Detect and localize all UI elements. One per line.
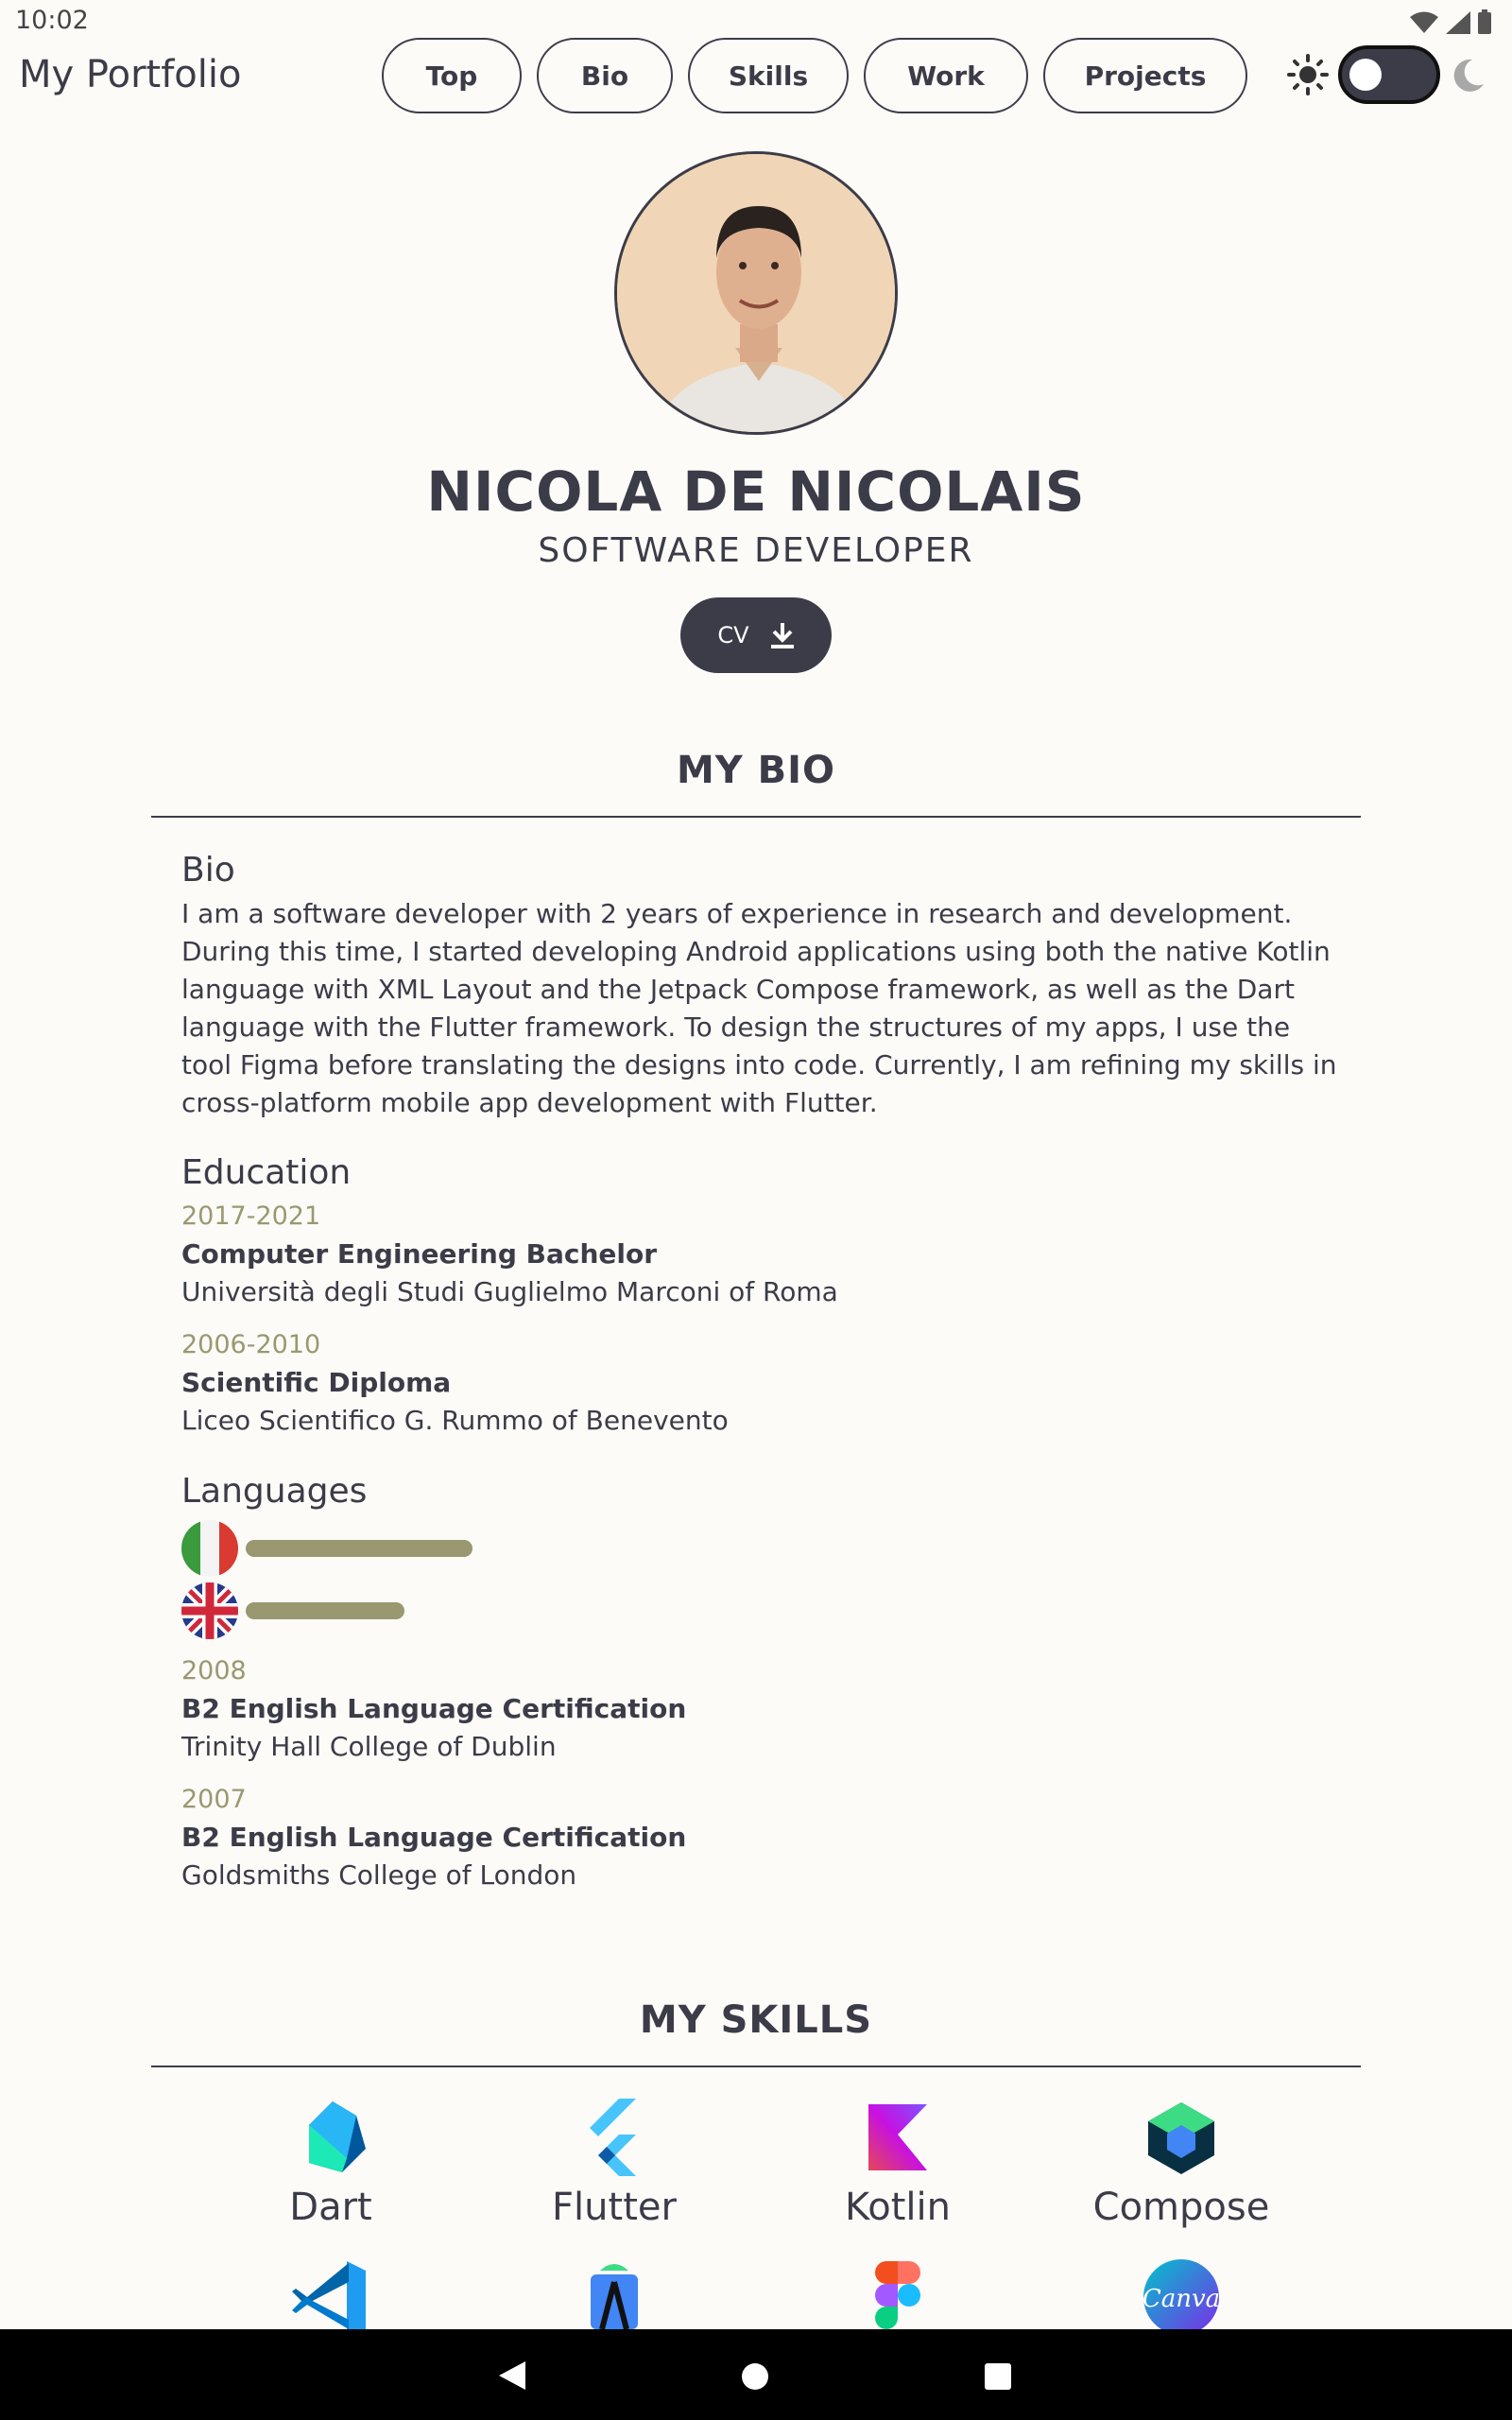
section-nav: Top Bio Skills Work Projects: [382, 38, 1247, 113]
bio-heading: Bio: [181, 851, 235, 890]
certification-year: 2008: [181, 1656, 247, 1685]
home-icon[interactable]: [741, 2362, 769, 2391]
certification-item: 2008 B2 English Language Certification T…: [181, 1652, 1344, 1766]
skill-label: Kotlin: [845, 2186, 951, 2229]
certification-item: 2007 B2 English Language Certification G…: [181, 1781, 1344, 1894]
bio-divider: [151, 816, 1361, 818]
certification-title: B2 English Language Certification: [181, 1822, 687, 1853]
certification-school: Trinity Hall College of Dublin: [181, 1731, 557, 1762]
vscode-icon: [292, 2261, 366, 2329]
profile-role: SOFTWARE DEVELOPER: [538, 531, 974, 570]
language-row-italian: [181, 1520, 1344, 1577]
skills-section-title: MY SKILLS: [639, 1998, 873, 2042]
certification-title: B2 English Language Certification: [181, 1693, 687, 1724]
battery-icon: [1478, 9, 1491, 34]
theme-toggle[interactable]: [1338, 45, 1440, 104]
education-years: 2006-2010: [181, 1330, 321, 1359]
flutter-icon: [590, 2099, 636, 2176]
wifi-icon: [1410, 11, 1438, 33]
profile-name: NICOLA DE NICOLAIS: [426, 459, 1086, 524]
language-level-bar: [246, 1602, 404, 1619]
status-time: 10:02: [15, 6, 89, 35]
languages-heading: Languages: [181, 1472, 368, 1511]
status-icons: [1410, 9, 1491, 34]
skill-canva: Canva: [1040, 2259, 1323, 2335]
skill-flutter: Flutter: [472, 2097, 756, 2229]
sun-icon: [1287, 54, 1329, 95]
theme-switcher: [1287, 45, 1487, 104]
uk-flag-icon: [181, 1582, 238, 1639]
education-item: 2017-2021 Computer Engineering Bachelor …: [181, 1198, 1344, 1311]
bio-text: I am a software developer with 2 years o…: [181, 898, 1337, 1118]
education-school: Università degli Studi Guglielmo Marconi…: [181, 1276, 838, 1307]
download-cv-button[interactable]: CV: [680, 597, 832, 673]
profile-photo: [614, 151, 898, 435]
skills-divider: [151, 2066, 1361, 2067]
app-title: My Portfolio: [19, 53, 242, 96]
signal-icon: [1446, 11, 1470, 34]
kotlin-icon: [868, 2104, 927, 2170]
bio-section-title: MY BIO: [676, 749, 836, 792]
nav-top-button[interactable]: Top: [382, 38, 522, 113]
skill-kotlin: Kotlin: [756, 2097, 1040, 2229]
download-icon: [770, 623, 794, 648]
language-row-english: [181, 1582, 1344, 1639]
skill-label: Flutter: [552, 2186, 677, 2229]
recents-icon[interactable]: [984, 2362, 1012, 2391]
dart-icon: [309, 2101, 366, 2172]
education-item: 2006-2010 Scientific Diploma Liceo Scien…: [181, 1326, 1344, 1440]
figma-icon: [875, 2261, 920, 2329]
education-title: Computer Engineering Bachelor: [181, 1238, 658, 1270]
skill-compose: Compose: [1040, 2097, 1323, 2229]
skill-label: Dart: [289, 2186, 372, 2229]
skill-vscode: [189, 2259, 472, 2333]
nav-projects-button[interactable]: Projects: [1043, 38, 1247, 113]
moon-icon: [1453, 59, 1484, 92]
svg-text:Canva: Canva: [1143, 2285, 1220, 2313]
education-school: Liceo Scientifico G. Rummo of Benevento: [181, 1405, 729, 1436]
nav-bio-button[interactable]: Bio: [537, 38, 673, 113]
system-navigation-bar: [0, 2329, 1512, 2420]
italy-flag-icon: [181, 1520, 238, 1577]
nav-work-button[interactable]: Work: [864, 38, 1028, 113]
nav-skills-button[interactable]: Skills: [688, 38, 849, 113]
education-block: Education 2017-2021 Computer Engineering…: [181, 1153, 1344, 1440]
android-studio-icon: [591, 2264, 638, 2330]
skill-dart: Dart: [189, 2097, 472, 2229]
languages-block: Languages 2008 B2 English Language Certi…: [181, 1472, 1344, 1894]
certification-year: 2007: [181, 1785, 247, 1814]
education-heading: Education: [181, 1153, 352, 1192]
back-icon[interactable]: [497, 2360, 527, 2392]
canva-icon: Canva: [1143, 2259, 1220, 2335]
bio-block: Bio I am a software developer with 2 yea…: [181, 851, 1344, 1122]
cv-label: CV: [717, 622, 749, 648]
education-title: Scientific Diploma: [181, 1367, 452, 1398]
language-level-bar: [246, 1540, 472, 1557]
certification-school: Goldsmiths College of London: [181, 1859, 577, 1891]
skill-label: Compose: [1092, 2186, 1270, 2229]
skill-figma: [756, 2259, 1040, 2333]
skill-android-studio: [472, 2259, 756, 2333]
education-years: 2017-2021: [181, 1201, 321, 1231]
toggle-knob: [1349, 59, 1382, 91]
compose-icon: [1148, 2102, 1214, 2174]
app-bar: My Portfolio Top Bio Skills Work Project…: [0, 36, 1512, 119]
